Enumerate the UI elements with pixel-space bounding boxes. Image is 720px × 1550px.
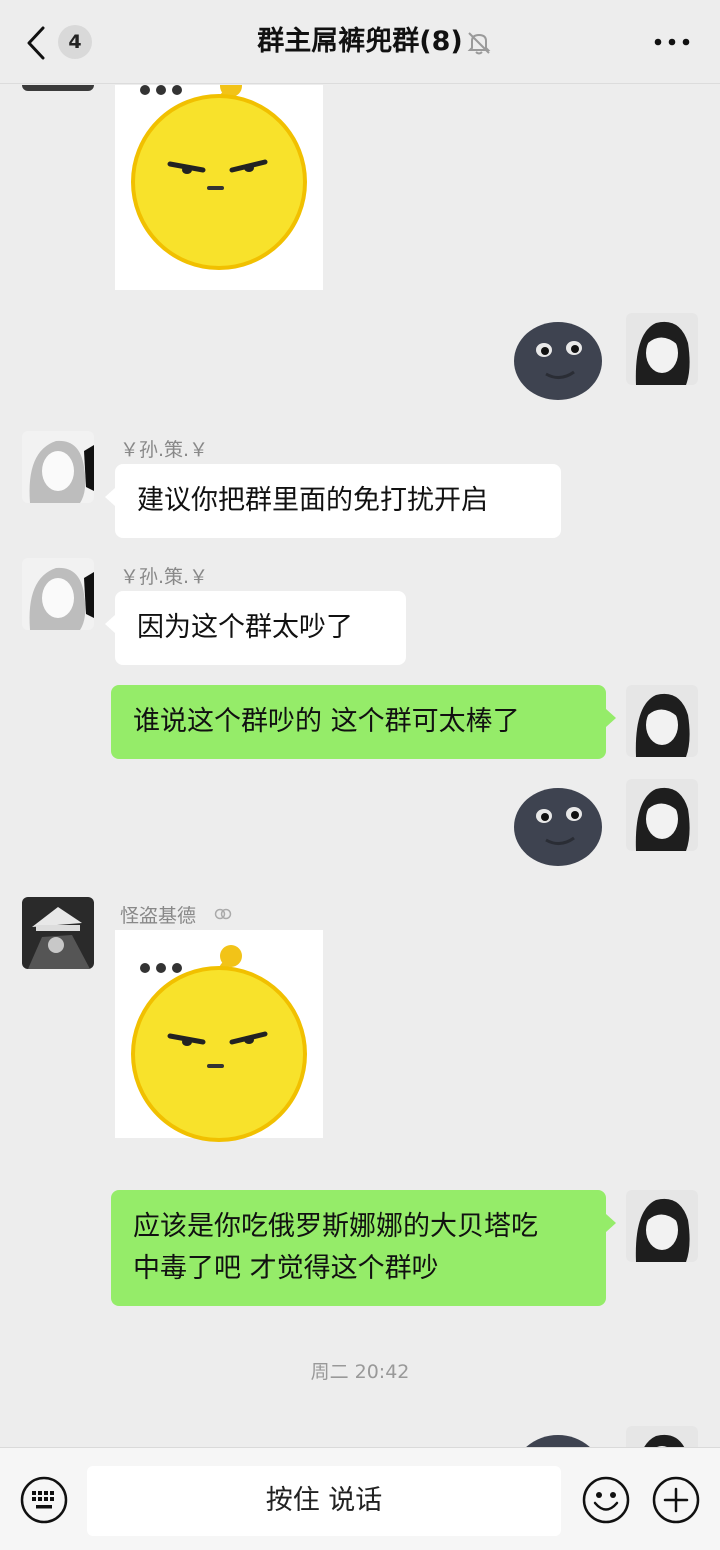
- avatar-self[interactable]: [626, 685, 698, 757]
- sender-name: ￥孙.策.￥: [120, 566, 209, 588]
- timestamp: 周二 20:42: [310, 1361, 410, 1383]
- avatar-self[interactable]: [626, 1426, 698, 1447]
- sticker-dark-moon-face[interactable]: [512, 320, 604, 402]
- emoji-icon[interactable]: [582, 1476, 630, 1524]
- sender-name: 怪盗基德: [120, 905, 197, 927]
- avatar-self[interactable]: [626, 779, 698, 851]
- message-bubble[interactable]: 应该是你吃俄罗斯娜娜的大贝塔吃 中毒了吧 才觉得这个群吵: [111, 1190, 616, 1306]
- sticker-yellow-smirk[interactable]: [115, 930, 323, 1142]
- keyboard-icon[interactable]: [20, 1476, 68, 1524]
- message-bubble[interactable]: 建议你把群里面的免打扰开启: [105, 464, 561, 538]
- message-list[interactable]: ￥孙.策.￥ 建议你把群里面的免打扰开启 ￥孙.策.￥ 因为这个群太吵了 谁说这…: [0, 85, 720, 1447]
- avatar-sunce[interactable]: [22, 558, 94, 630]
- sticker-yellow-smirk[interactable]: [115, 85, 323, 290]
- avatar-sunce[interactable]: [22, 431, 94, 503]
- avatar-self[interactable]: [626, 1190, 698, 1262]
- avatar-kid[interactable]: [22, 85, 94, 91]
- sticker-dark-moon-face[interactable]: [512, 786, 604, 868]
- message-bubble[interactable]: 因为这个群太吵了: [105, 591, 406, 665]
- wechat-work-icon: [214, 908, 232, 920]
- avatar-kid[interactable]: [22, 897, 94, 969]
- message-bubble[interactable]: 谁说这个群吵的 这个群可太棒了: [111, 685, 616, 759]
- plus-circle-icon[interactable]: [652, 1476, 700, 1524]
- more-dots-icon[interactable]: [652, 30, 692, 54]
- avatar-self[interactable]: [626, 313, 698, 385]
- input-bar: 按住 说话: [0, 1447, 720, 1550]
- sender-name: ￥孙.策.￥: [120, 439, 209, 461]
- chat-title: 群主屌裤兜群(8): [257, 26, 463, 57]
- bell-off-icon: [467, 32, 491, 55]
- sticker-dark-moon-face[interactable]: [512, 1433, 604, 1447]
- hold-to-talk-button[interactable]: 按住 说话: [87, 1466, 561, 1536]
- chat-header: 4 群主屌裤兜群(8): [0, 0, 720, 84]
